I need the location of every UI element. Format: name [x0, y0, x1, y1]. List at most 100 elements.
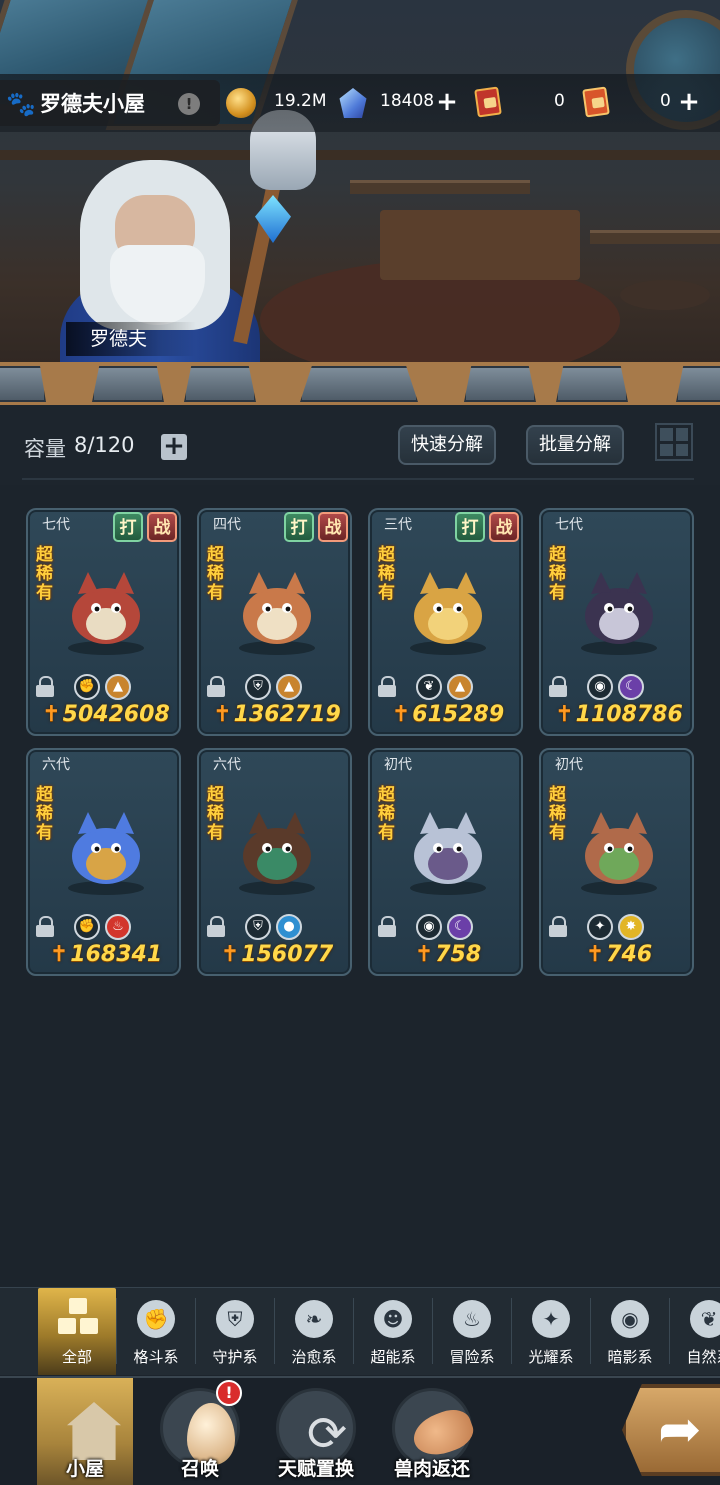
resource-value: 0	[660, 91, 671, 111]
alien-icon: ☻	[374, 1300, 412, 1338]
lock-icon[interactable]	[378, 916, 396, 937]
eye-icon: ◉	[611, 1300, 649, 1338]
moon-icon: ☾	[618, 674, 644, 700]
fist-icon: ✊	[74, 674, 100, 700]
pet-card[interactable]: 三代打战超稀有 ❦ ▲ ✝615289	[368, 508, 523, 736]
pet-power: ✝5042608	[36, 702, 176, 727]
gold-coin-icon	[226, 88, 256, 118]
pet-generation: 六代	[213, 757, 241, 773]
power-value: 746	[606, 942, 653, 967]
pet-power: ✝746	[549, 942, 689, 967]
nav-label: 天赋置换	[277, 1458, 354, 1480]
category-tab[interactable]: ❦ 自然系	[670, 1288, 720, 1375]
pet-power: ✝156077	[207, 942, 347, 967]
rock-icon: ▲	[105, 674, 131, 700]
all-blocks-icon	[58, 1298, 98, 1338]
pet-card[interactable]: 六代超稀有 ✊ ♨ ✝168341	[26, 748, 181, 976]
add-ticket-button[interactable]: +	[678, 89, 700, 115]
category-tab[interactable]: ☻ 超能系	[354, 1288, 432, 1375]
power-value: 1108786	[575, 702, 683, 727]
lock-icon[interactable]	[207, 676, 225, 697]
arrow-right-icon: ➦	[658, 1400, 702, 1460]
pet-power: ✝615289	[378, 702, 518, 727]
pet-portrait	[227, 798, 327, 898]
lock-icon[interactable]	[36, 676, 54, 697]
side-table	[620, 280, 710, 310]
quick-decompose-button[interactable]: 快速分解	[398, 425, 496, 465]
category-tab[interactable]: ❧ 治愈系	[275, 1288, 353, 1375]
category-tab[interactable]: 全部	[38, 1288, 116, 1375]
pet-card[interactable]: 六代超稀有 ⛨ ● ✝156077	[197, 748, 352, 976]
fist-icon: ✊	[137, 1300, 175, 1338]
power-icon: ✝	[585, 942, 605, 967]
lock-icon[interactable]	[36, 916, 54, 937]
category-label: 守护系	[212, 1348, 258, 1366]
pet-card[interactable]: 七代打战超稀有 ✊ ▲ ✝5042608	[26, 508, 181, 736]
lock-icon[interactable]	[207, 916, 225, 937]
category-label: 治愈系	[291, 1348, 337, 1366]
power-icon: ✝	[391, 702, 411, 727]
nav-item[interactable]: 兽肉返还	[384, 1378, 480, 1485]
sparkle-icon: ✦	[532, 1300, 570, 1338]
pet-power: ✝1362719	[207, 702, 347, 727]
power-icon: ✝	[414, 942, 434, 967]
sprout-icon: ❧	[295, 1300, 333, 1338]
notification-badge-icon: !	[216, 1380, 242, 1406]
add-crystal-button[interactable]: +	[436, 89, 458, 115]
pet-power: ✝758	[378, 942, 518, 967]
divider	[22, 478, 694, 480]
go-arrow-button[interactable]: ➦	[622, 1384, 720, 1476]
pet-portrait	[56, 558, 156, 658]
leaf-icon: ❦	[690, 1300, 720, 1338]
pet-card[interactable]: 四代打战超稀有 ⛨ ▲ ✝1362719	[197, 508, 352, 736]
desk	[380, 210, 580, 280]
category-tab[interactable]: ⛨ 守护系	[196, 1288, 274, 1375]
grid-view-icon[interactable]	[655, 423, 693, 461]
battle-badge: 战	[147, 512, 177, 542]
power-icon: ✝	[220, 942, 240, 967]
lock-icon[interactable]	[549, 676, 567, 697]
battle-badge: 战	[318, 512, 348, 542]
battle-badge: 战	[489, 512, 519, 542]
info-icon[interactable]: !	[178, 93, 200, 115]
floor-trim	[0, 362, 720, 406]
category-tab[interactable]: ✦ 光耀系	[512, 1288, 590, 1375]
npc-name-label: 罗德夫	[66, 322, 196, 356]
nav-label: 小屋	[65, 1458, 104, 1480]
leaf-icon: ❦	[416, 674, 442, 700]
pet-card[interactable]: 七代超稀有 ◉ ☾ ✝1108786	[539, 508, 694, 736]
category-tab[interactable]: ♨ 冒险系	[433, 1288, 511, 1375]
capacity-value: 8/120	[74, 433, 135, 457]
resource-value: 19.2M	[274, 91, 327, 111]
power-icon: ✝	[42, 702, 61, 727]
star-icon: ✦	[587, 914, 613, 940]
expand-capacity-button[interactable]: +	[161, 433, 187, 460]
power-value: 758	[435, 942, 482, 967]
power-icon: ✝	[555, 702, 574, 727]
fire-icon: ♨	[105, 914, 131, 940]
hero-scene: 罗德夫	[0, 0, 720, 405]
power-icon: ✝	[213, 702, 232, 727]
rarity-label: 超稀有	[207, 545, 224, 603]
fight-badge: 打	[284, 512, 314, 542]
batch-decompose-button[interactable]: 批量分解	[526, 425, 624, 465]
pet-generation: 六代	[42, 757, 70, 773]
power-value: 615289	[412, 702, 505, 727]
crystal-icon	[339, 88, 367, 118]
pet-generation: 初代	[384, 757, 412, 773]
pet-card[interactable]: 初代超稀有 ◉ ☾ ✝758	[368, 748, 523, 976]
category-tab[interactable]: ◉ 暗影系	[591, 1288, 669, 1375]
power-value: 1362719	[233, 702, 341, 727]
lock-icon[interactable]	[549, 916, 567, 937]
category-label: 光耀系	[528, 1348, 574, 1366]
pet-card[interactable]: 初代超稀有 ✦ ✸ ✝746	[539, 748, 694, 976]
fight-badge: 打	[455, 512, 485, 542]
category-filter-bar: 全部 ✊ 格斗系 ⛨ 守护系 ❧ 治愈系 ☻ 超能系 ♨ 冒险系 ✦ 光耀系 ◉ 暗影系 ❦ 自然系	[0, 1287, 720, 1375]
nav-item[interactable]: 小屋	[37, 1378, 133, 1485]
category-tab[interactable]: ✊ 格斗系	[117, 1288, 195, 1375]
power-value: 168341	[70, 942, 163, 967]
rarity-label: 超稀有	[207, 785, 224, 843]
lock-icon[interactable]	[378, 676, 396, 697]
nav-item[interactable]: ⟳ 天赋置换	[268, 1378, 364, 1485]
water-icon: ●	[276, 914, 302, 940]
